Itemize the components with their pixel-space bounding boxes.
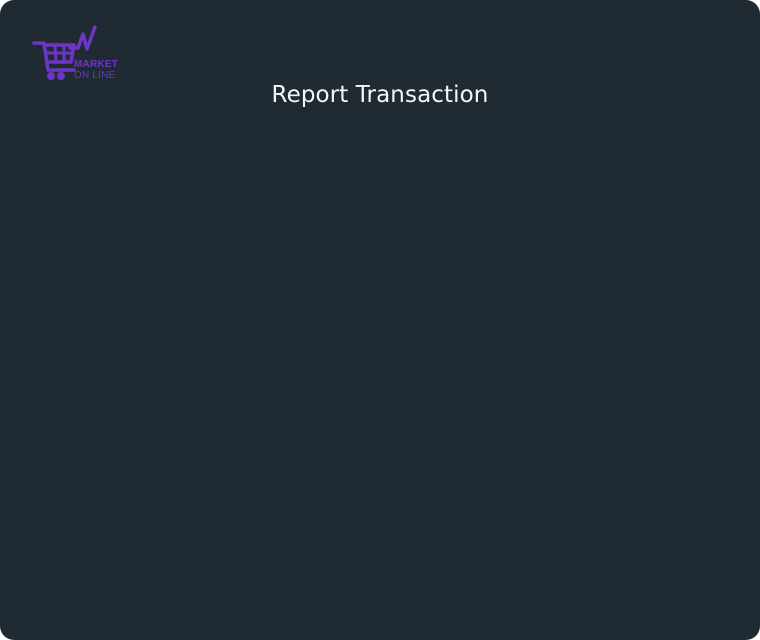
market-online-logo: MARKET ON LINE [30, 24, 130, 86]
page-title: Report Transaction [271, 82, 489, 108]
report-content-area [20, 126, 740, 620]
report-window: MARKET ON LINE Report Transaction [0, 0, 760, 640]
